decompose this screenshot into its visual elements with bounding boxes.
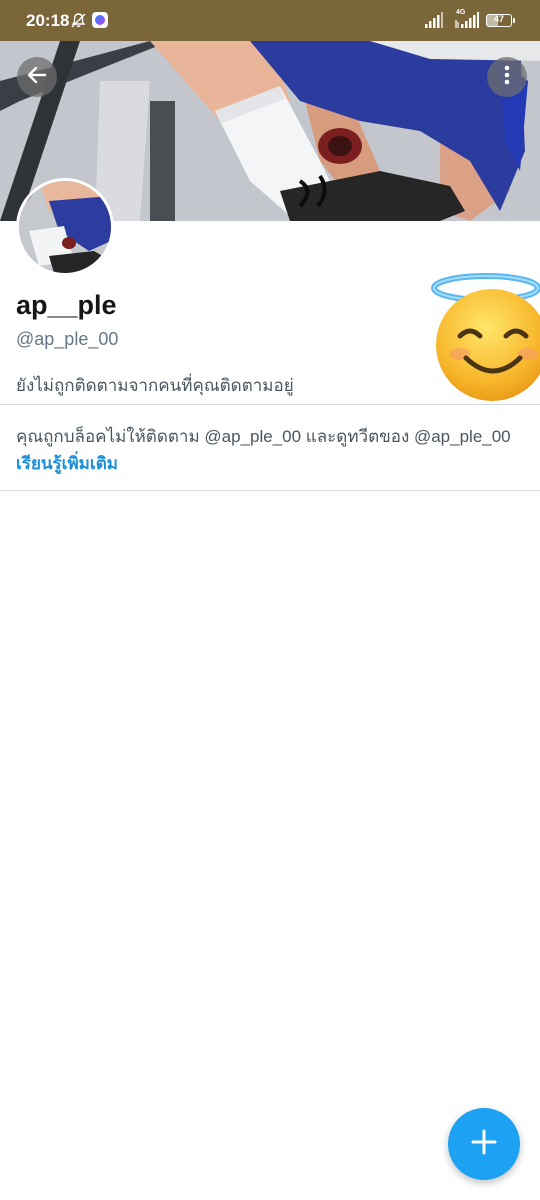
back-button[interactable] xyxy=(17,57,57,97)
compose-tweet-button[interactable] xyxy=(448,1108,520,1180)
more-options-button[interactable] xyxy=(487,57,527,97)
battery-icon: 47 xyxy=(486,14,512,27)
follow-status-text: ยังไม่ถูกติดตามจากคนที่คุณติดตามอยู่ xyxy=(16,376,294,395)
profile-avatar[interactable] xyxy=(16,178,114,276)
blocked-notice: คุณถูกบล็อคไม่ให้ติดตาม @ap_ple_00 และดู… xyxy=(16,423,526,477)
status-time: 20:18 xyxy=(26,11,70,30)
divider xyxy=(0,490,540,491)
battery-level: 47 xyxy=(493,14,504,24)
smiling-face-with-halo-sticker xyxy=(430,272,540,404)
learn-more-link[interactable]: เรียนรู้เพิ่มเติม xyxy=(16,454,118,473)
more-vertical-icon xyxy=(495,63,519,92)
arrow-left-icon xyxy=(25,63,49,92)
status-bar: 20:18 4G 47 xyxy=(0,0,540,41)
signal-icon xyxy=(455,12,479,33)
plus-icon xyxy=(470,1128,498,1161)
profile-screen: 20:18 4G 47 ap__ple @ap_ple_00 ยังไม่ถูก… xyxy=(0,0,540,1200)
profile-handle: @ap_ple_00 xyxy=(16,329,119,349)
bell-off-icon xyxy=(70,12,87,34)
profile-display-name: ap__ple xyxy=(16,290,117,320)
blocked-notice-message: คุณถูกบล็อคไม่ให้ติดตาม @ap_ple_00 และดู… xyxy=(16,427,511,446)
messenger-icon xyxy=(92,12,108,28)
signal-icon xyxy=(425,12,443,33)
divider xyxy=(0,404,540,405)
